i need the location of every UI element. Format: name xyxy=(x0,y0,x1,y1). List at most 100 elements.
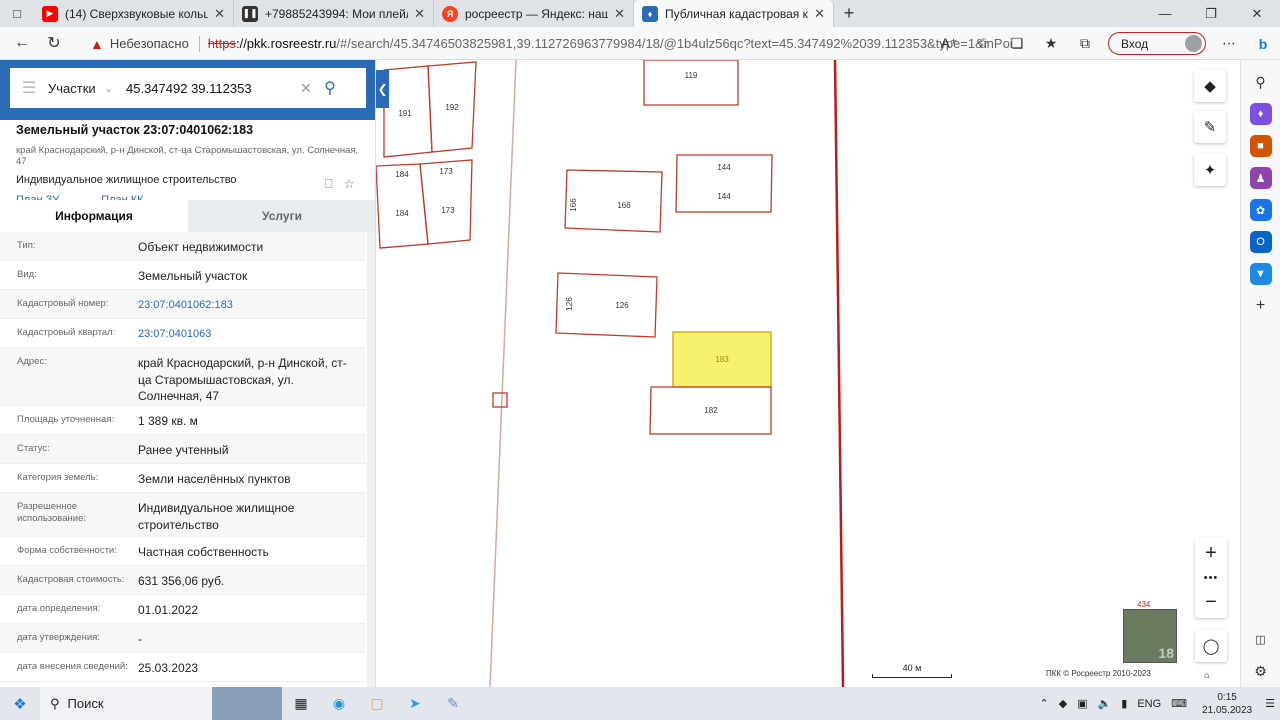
notifications-icon[interactable]: ☰ xyxy=(1265,697,1275,710)
close-window-icon[interactable]: ✕ xyxy=(1234,0,1280,27)
chevron-up-icon[interactable]: ⌃ xyxy=(1039,697,1048,710)
drop-icon[interactable]: ▼ xyxy=(1249,263,1272,285)
attribute-row: дата внесения сведений: 25.03.2023 xyxy=(0,653,366,682)
ime-icon[interactable]: ⌨ xyxy=(1171,697,1187,710)
clear-icon[interactable]: ✕ xyxy=(296,80,316,97)
address-bar[interactable]: ▲ Небезопасно https://pkk.rosreestr.ru/#… xyxy=(90,30,1012,57)
parcel-label: 183 xyxy=(715,355,729,364)
favorites-icon[interactable]: ★ xyxy=(1034,35,1068,52)
language-indicator[interactable]: ENG xyxy=(1137,698,1161,710)
refresh-icon[interactable]: ↻ xyxy=(38,28,70,58)
battery-icon[interactable]: ▮ xyxy=(1121,697,1127,710)
browser-tab-1[interactable]: ▶ (14) Сверхзвуковые кольца мах ✕ xyxy=(34,0,234,27)
bing-icon[interactable]: b xyxy=(1246,36,1280,52)
measure-ruler-button[interactable]: ✎ xyxy=(1194,111,1226,143)
browser-tab-3[interactable]: Я росреестр — Яндекс: нашлось 9 ✕ xyxy=(434,0,634,27)
close-tab-icon[interactable]: ✕ xyxy=(614,6,625,22)
attribute-row: Форма собственности: Частная собственност… xyxy=(0,537,366,566)
tab-title: (14) Сверхзвуковые кольца мах xyxy=(65,6,208,21)
tag-icon[interactable]: ♦ xyxy=(1249,103,1272,125)
parcel-label: 144 xyxy=(717,163,731,172)
search-box: ☰ Участки ⌄ ✕ ⚲ xyxy=(10,68,366,108)
youtube-icon: ▶ xyxy=(42,5,58,22)
locate-button[interactable]: ✦ xyxy=(1194,154,1226,186)
window-menu-icon[interactable]: □ xyxy=(0,0,34,27)
search-type-select[interactable]: Участки xyxy=(48,81,104,96)
attribute-value: Объект недвижимости xyxy=(138,240,264,254)
telegram-icon[interactable]: ➤ xyxy=(396,687,434,720)
outlook-icon[interactable]: O xyxy=(1249,231,1272,253)
minimap-zoom: 18 xyxy=(1158,645,1174,661)
sign-in-button[interactable]: Вход xyxy=(1108,32,1206,55)
tab-information[interactable]: Информация xyxy=(0,200,188,232)
file-explorer-icon[interactable]: ▢ xyxy=(358,687,396,720)
network-icon[interactable]: ▣ xyxy=(1077,697,1087,710)
chevron-down-icon[interactable]: ⌄ xyxy=(104,82,126,95)
close-tab-icon[interactable]: ✕ xyxy=(214,6,225,22)
favorite-star-icon[interactable]: ☆ xyxy=(343,176,355,191)
attribute-row: Категория земель: Земли населённых пункто… xyxy=(0,464,366,493)
attribute-value[interactable]: 23:07:0401062:183 xyxy=(138,290,366,314)
zoom-out-button[interactable]: − xyxy=(1205,591,1217,614)
panel-scrollbar[interactable] xyxy=(367,232,375,687)
edge-icon[interactable]: ◉ xyxy=(320,687,358,720)
search-sidebar-icon[interactable]: ⚲ xyxy=(1250,71,1272,93)
parcel-label: 191 xyxy=(398,109,412,118)
close-tab-icon[interactable]: ✕ xyxy=(814,6,825,22)
search-icon[interactable]: ⚲ xyxy=(316,78,344,98)
paint-icon[interactable]: ✎ xyxy=(434,687,472,720)
extensions-icon[interactable]: ❏ xyxy=(1000,35,1034,52)
microsoft365-icon[interactable]: ✿ xyxy=(1249,199,1272,221)
attribute-value: Ранее учтенный xyxy=(138,443,229,457)
collapse-panel-button[interactable]: ❮ xyxy=(376,70,389,108)
browser-tab-4-active[interactable]: ♦ Публичная кадастровая карта ✕ xyxy=(634,0,834,27)
new-tab-button[interactable]: + xyxy=(834,3,864,24)
insecure-label[interactable]: Небезопасно xyxy=(110,36,189,51)
task-view-icon[interactable]: ▦ xyxy=(282,687,320,720)
search-input[interactable] xyxy=(126,80,296,96)
browser-tab-2[interactable]: ❚❚ +79885243994: Мои плейлисты ✕ xyxy=(234,0,434,27)
menu-icon[interactable]: ☰ xyxy=(10,78,48,98)
home-icon[interactable]: ⌂ xyxy=(1204,670,1209,680)
attribute-value: Земли населённых пунктов xyxy=(138,472,291,486)
info-tabs: Информация Услуги xyxy=(0,200,375,232)
tab-services[interactable]: Услуги xyxy=(188,200,375,232)
page-content: 191 192 119 184 173 184 173 166 166 144 … xyxy=(0,60,1240,687)
parcel-label: 173 xyxy=(439,167,453,176)
tools-icon[interactable]: ■ xyxy=(1249,135,1272,157)
minimap-label: 434 xyxy=(1137,600,1151,609)
add-favorite-icon[interactable]: ☆ xyxy=(966,35,1000,52)
dropbox-icon[interactable]: ◆ xyxy=(1059,697,1067,710)
volume-icon[interactable]: 🔈 xyxy=(1098,697,1112,710)
read-aloud-icon[interactable]: A⁺ xyxy=(932,35,966,52)
zoom-in-button[interactable]: + xyxy=(1205,542,1217,565)
compass-icon[interactable]: ◯ xyxy=(1195,630,1227,662)
parcel-label: 173 xyxy=(441,206,455,215)
zoom-to-object-icon[interactable]: ⎕ xyxy=(325,176,333,191)
minimap-thumbnail[interactable]: 18 xyxy=(1123,609,1177,663)
more-menu-icon[interactable]: ⋯ xyxy=(1212,35,1246,52)
attribute-value[interactable]: 23:07:0401063 xyxy=(138,319,366,343)
back-icon[interactable]: ← xyxy=(6,28,38,58)
games-icon[interactable]: ♟ xyxy=(1249,167,1272,189)
restore-icon[interactable]: ❐ xyxy=(1188,0,1234,27)
widgets-icon[interactable] xyxy=(212,687,282,720)
attribute-key: Статус: xyxy=(17,443,50,454)
settings-icon[interactable]: ⚙ xyxy=(1250,660,1272,682)
add-icon[interactable]: + xyxy=(1250,295,1272,317)
taskbar-search[interactable]: ⚲ Поиск xyxy=(40,687,212,720)
attribute-value: Индивидуальное жилищное строительство xyxy=(138,501,295,532)
url-text[interactable]: https://pkk.rosreestr.ru/#/search/45.347… xyxy=(208,36,1012,51)
layers-button[interactable]: ◆ xyxy=(1194,70,1226,102)
split-screen-icon[interactable]: ◫ xyxy=(1250,628,1272,650)
attribute-key: Разрешенное использование: xyxy=(17,501,87,524)
zoom-more-icon[interactable]: ••• xyxy=(1204,572,1219,584)
map-copyright: ПКК © Росреестр 2010-2023 xyxy=(1046,669,1151,678)
taskbar-search-label: Поиск xyxy=(67,696,104,711)
taskbar-clock[interactable]: 0:15 21.05.2023 xyxy=(1202,691,1252,717)
close-tab-icon[interactable]: ✕ xyxy=(414,6,425,22)
collections-icon[interactable]: ⧉ xyxy=(1068,35,1102,52)
minimize-icon[interactable]: — xyxy=(1142,0,1188,27)
attribute-row: Вид: Земельный участок xyxy=(0,261,366,290)
windows-start-icon[interactable]: ❖ xyxy=(0,695,40,713)
